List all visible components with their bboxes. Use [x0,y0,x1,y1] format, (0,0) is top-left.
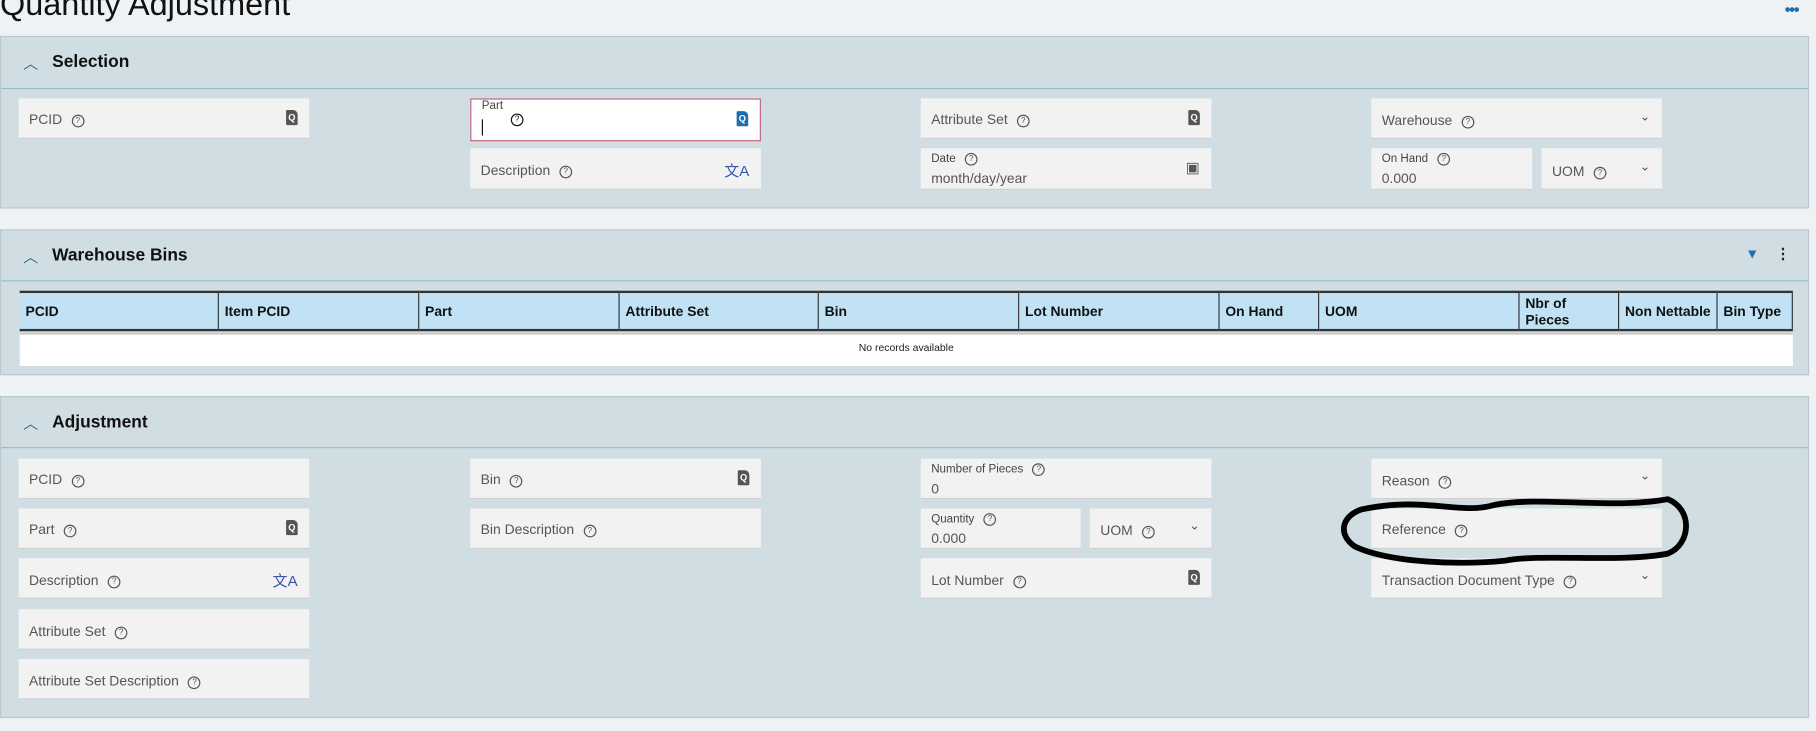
hand-drawn-circle-annotation [1341,496,1689,566]
